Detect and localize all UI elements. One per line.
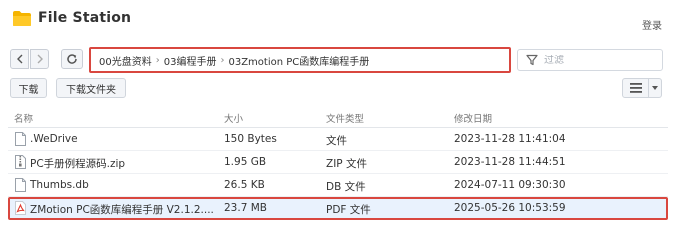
file-size: 23.7 MB: [224, 202, 267, 214]
pdf-file-icon: [15, 201, 26, 215]
file-name: ZMotion PC函数库编程手册 V2.1.2....: [30, 204, 214, 216]
file-type: ZIP 文件: [326, 158, 367, 170]
chevron-right-icon: ›: [220, 54, 225, 66]
column-header-date[interactable]: 修改日期: [454, 111, 492, 125]
file-modified-date: 2024-07-11 09:30:30: [454, 179, 566, 191]
file-type: 文件: [326, 135, 347, 147]
app-title: File Station: [38, 10, 132, 26]
generic-file-icon: [15, 178, 26, 192]
breadcrumb-item-current-folder[interactable]: 03Zmotion PC函数库编程手册: [228, 53, 369, 68]
navigation-toolbar: 00光盘资料 › 03编程手册 › 03Zmotion PC函数库编程手册: [0, 46, 682, 76]
chevron-left-icon: [16, 54, 22, 64]
file-modified-date: 2023-11-28 11:44:51: [454, 156, 566, 168]
refresh-button[interactable]: [61, 49, 83, 69]
file-size: 1.95 GB: [224, 156, 267, 168]
breadcrumb-item-root[interactable]: 00光盘资料: [99, 53, 152, 68]
table-row[interactable]: .WeDrive 150 Bytes 文件 2023-11-28 11:41:0…: [8, 128, 668, 151]
filter-input[interactable]: [544, 54, 654, 66]
file-type: DB 文件: [326, 181, 366, 193]
breadcrumb-item-programming-manuals[interactable]: 03编程手册: [164, 53, 217, 68]
zip-file-icon: [15, 155, 26, 169]
column-header-size[interactable]: 大小: [224, 111, 243, 125]
file-name: Thumbs.db: [30, 179, 89, 191]
file-type: PDF 文件: [326, 204, 371, 216]
view-mode-button[interactable]: [622, 78, 662, 98]
folder-app-icon: [13, 11, 31, 26]
caret-down-icon: [649, 86, 661, 90]
action-bar: 下载 下载文件夹: [0, 78, 682, 102]
filter-icon: [526, 54, 538, 66]
file-size: 150 Bytes: [224, 133, 277, 145]
table-header: 名称 大小 文件类型 修改日期: [8, 108, 668, 128]
chevron-right-icon: ›: [155, 54, 160, 66]
generic-file-icon: [15, 132, 26, 146]
title-bar: File Station 登录: [0, 0, 682, 38]
download-folder-button[interactable]: 下载文件夹: [56, 78, 126, 98]
back-button[interactable]: [10, 49, 29, 69]
file-modified-date: 2023-11-28 11:41:04: [454, 133, 566, 145]
forward-button[interactable]: [30, 49, 49, 69]
list-view-icon: [623, 79, 649, 97]
login-link[interactable]: 登录: [642, 17, 662, 32]
table-row[interactable]: Thumbs.db 26.5 KB DB 文件 2024-07-11 09:30…: [8, 174, 668, 197]
breadcrumb: 00光盘资料 › 03编程手册 › 03Zmotion PC函数库编程手册: [89, 47, 511, 73]
file-name: .WeDrive: [30, 133, 78, 145]
column-header-type[interactable]: 文件类型: [326, 111, 364, 125]
file-size: 26.5 KB: [224, 179, 265, 191]
refresh-icon: [67, 54, 77, 64]
filter-field[interactable]: [517, 49, 663, 71]
file-name: PC手册例程源码.zip: [30, 158, 126, 170]
chevron-right-icon: [37, 54, 43, 64]
column-header-name[interactable]: 名称: [14, 111, 33, 125]
file-table: 名称 大小 文件类型 修改日期 .WeDrive 150 Bytes 文件 20…: [8, 108, 668, 220]
file-modified-date: 2025-05-26 10:53:59: [454, 202, 566, 214]
table-row[interactable]: PC手册例程源码.zip 1.95 GB ZIP 文件 2023-11-28 1…: [8, 151, 668, 174]
download-button[interactable]: 下载: [10, 78, 47, 98]
table-row-selected[interactable]: ZMotion PC函数库编程手册 V2.1.2.... 23.7 MB PDF…: [8, 197, 668, 220]
